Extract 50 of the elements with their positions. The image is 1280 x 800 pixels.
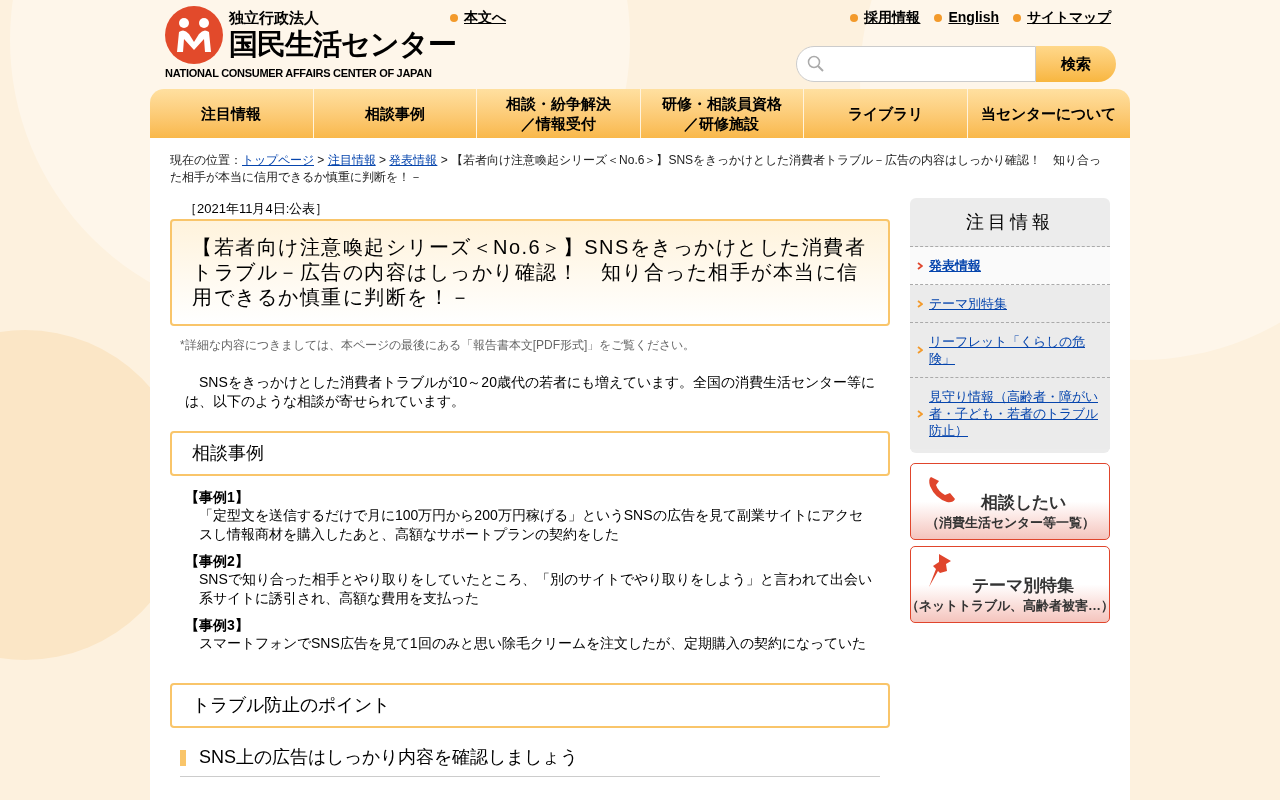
case-label: 【事例2】 bbox=[185, 552, 250, 570]
sidebar-link[interactable]: 発表情報 bbox=[929, 257, 981, 274]
sidebar-link[interactable]: リーフレット「くらしの危険」 bbox=[929, 333, 1102, 367]
utility-link[interactable]: English bbox=[948, 7, 999, 28]
case-description: SNSで知り合った相手とやり取りをしていたところ、「別のサイトでやり取りをしよう」と言われて出会い系サイトに誘引され、高額な費用を支払った bbox=[198, 570, 873, 608]
case-label: 【事例1】 bbox=[185, 488, 250, 506]
publish-date: ［2021年11月4日:公表］ bbox=[183, 200, 330, 218]
utility-link[interactable]: サイトマップ bbox=[1027, 7, 1111, 28]
utility-link[interactable]: 採用情報 bbox=[864, 7, 921, 28]
nav-tab[interactable]: 注目情報 bbox=[150, 89, 313, 138]
case-description: スマートフォンでSNS広告を見て1回のみと思い除毛クリームを注文したが、定期購入の契約になっていた bbox=[198, 634, 867, 653]
chevron-icon bbox=[917, 299, 923, 308]
breadcrumb: 現在の位置：トップページ > 注目情報 > 発表情報 > 【若者向け注意喚起シリーズ＜No.6＞】SNSをきっかけとした消費者トラブル－広告の内容はしっかり確認！ 知り合った相手が本当に信用できるか慎重に判断を！－ bbox=[170, 152, 1103, 186]
skip-to-content-link[interactable]: 本文へ bbox=[464, 7, 506, 28]
breadcrumb-link[interactable]: トップページ bbox=[242, 153, 314, 167]
bullet-icon bbox=[450, 13, 458, 22]
article-title: 【若者向け注意喚起シリーズ＜No.6＞】SNSをきっかけとした消費者トラブル－広告の内容はしっかり確認！ 知り合った相手が本当に信用できるか慎重に判断を！－ bbox=[170, 219, 890, 326]
search-button[interactable]: 検索 bbox=[1036, 46, 1116, 82]
case-description: 「定型文を送信するだけで月に100万円から200万円稼げる」というSNSの広告を見て副業サイトにアクセスし情報商材を購入したあと、高額なサポートプランの契約をした bbox=[198, 506, 864, 544]
breadcrumb-link[interactable]: 注目情報 bbox=[327, 153, 376, 167]
chevron-icon bbox=[917, 346, 923, 354]
organization-name: 国民生活センター bbox=[229, 27, 456, 61]
banner-link[interactable]: 相談したい （消費生活センター等一覧） bbox=[910, 463, 1110, 540]
bullet-icon bbox=[850, 13, 859, 22]
organization-type: 独立行政法人 bbox=[229, 9, 319, 27]
nav-tab[interactable]: 当センターについて bbox=[966, 89, 1130, 138]
search-field[interactable] bbox=[796, 46, 1036, 82]
nav-tab[interactable]: 相談・紛争解決 ／情報受付 bbox=[476, 89, 640, 138]
chevron-icon bbox=[917, 261, 923, 270]
nav-tab[interactable]: 研修・相談員資格 ／研修施設 bbox=[639, 89, 803, 138]
logo-icon bbox=[165, 6, 223, 64]
phone-icon bbox=[927, 474, 957, 504]
nav-tab[interactable]: 相談事例 bbox=[312, 89, 476, 138]
bullet-icon bbox=[934, 13, 943, 22]
heading-marker bbox=[180, 749, 186, 766]
section-heading: 相談事例 bbox=[170, 431, 890, 476]
sidebar-link[interactable]: テーマ別特集 bbox=[929, 295, 1007, 312]
case-label: 【事例3】 bbox=[185, 616, 250, 634]
breadcrumb-link[interactable]: 発表情報 bbox=[389, 153, 438, 167]
section-heading: トラブル防止のポイント bbox=[170, 683, 890, 728]
sidebar-link[interactable]: 見守り情報（高齢者・障がい者・子ども・若者のトラブル防止） bbox=[929, 388, 1102, 439]
details-note: *詳細な内容につきましては、本ページの最後にある「報告書本文[PDF形式]」をご覧ください。 bbox=[179, 337, 697, 354]
nav-tab[interactable]: ライブラリ bbox=[803, 89, 967, 138]
banner-link[interactable]: テーマ別特集 （ネットトラブル、高齢者被害…） bbox=[910, 546, 1110, 623]
subsection-heading: SNS上の広告はしっかり内容を確認しましょう bbox=[199, 746, 578, 769]
organization-english-name: NATIONAL CONSUMER AFFAIRS CENTER OF JAPAN bbox=[165, 66, 433, 80]
bullet-icon bbox=[1013, 13, 1021, 22]
chevron-icon bbox=[917, 409, 923, 418]
search-icon bbox=[807, 55, 825, 73]
intro-paragraph: SNSをきっかけとした消費者トラブルが10～20歳代の若者にも増えています。全国の消費生活センター等には、以下のような相談が寄せられています。 bbox=[184, 373, 876, 411]
